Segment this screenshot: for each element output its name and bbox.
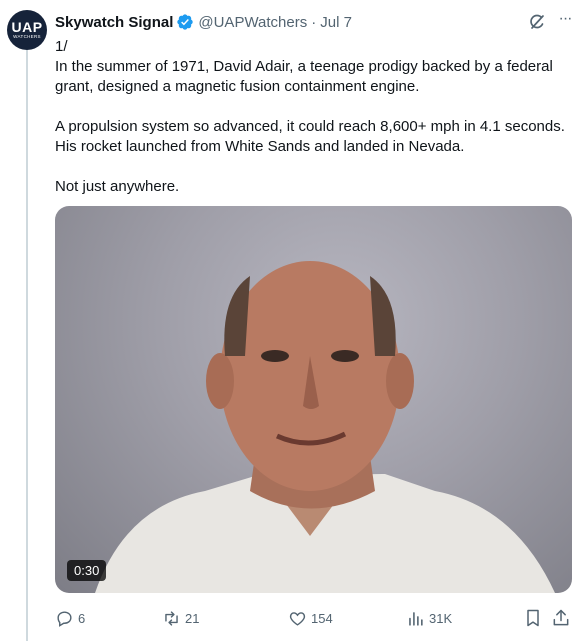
retweet-count: 21 <box>185 610 200 626</box>
author-handle[interactable]: @UAPWatchers <box>198 14 307 31</box>
author-name[interactable]: Skywatch Signal <box>55 14 173 31</box>
views-icon <box>409 611 423 626</box>
verified-badge-icon[interactable] <box>176 13 194 31</box>
thread-connector-line <box>26 50 28 641</box>
like-count: 154 <box>311 610 333 626</box>
tweet-paragraph: A propulsion system so advanced, it coul… <box>55 118 565 155</box>
video-frame <box>95 261 555 593</box>
video-duration: 0:30 <box>67 560 107 581</box>
video-player[interactable]: 0:30 <box>55 206 572 593</box>
tweet-text: 1/ In the summer of 1971, David Adair, a… <box>55 37 575 197</box>
like-icon <box>289 611 306 626</box>
like-button[interactable]: 154 <box>288 606 333 630</box>
bookmark-icon <box>527 609 539 627</box>
reply-icon <box>57 610 72 627</box>
tweet-date[interactable]: Jul 7 <box>320 14 352 31</box>
avatar-subtext: WATCHERS <box>13 34 41 39</box>
retweet-button[interactable]: 21 <box>162 606 199 630</box>
separator-dot: · <box>311 13 317 31</box>
tweet-header: Skywatch Signal @UAPWatchers · Jul 7 <box>55 12 352 32</box>
grok-icon[interactable] <box>527 12 547 32</box>
tweet-paragraph: Not just anywhere. <box>55 178 180 195</box>
more-icon[interactable]: ··· <box>555 11 575 32</box>
reply-button[interactable]: 6 <box>55 606 85 630</box>
avatar[interactable]: UAP WATCHERS <box>7 10 47 50</box>
share-button[interactable] <box>551 608 571 628</box>
retweet-icon <box>165 610 178 626</box>
views-button[interactable]: 31K <box>406 606 452 630</box>
share-icon <box>553 609 569 626</box>
views-count: 31K <box>429 610 453 626</box>
reply-count: 6 <box>78 610 86 626</box>
tweet-paragraph: 1/ In the summer of 1971, David Adair, a… <box>55 38 553 95</box>
bookmark-button[interactable] <box>523 608 543 628</box>
action-bar: 6 21 154 31K <box>55 606 575 630</box>
avatar-text: UAP <box>11 19 43 35</box>
